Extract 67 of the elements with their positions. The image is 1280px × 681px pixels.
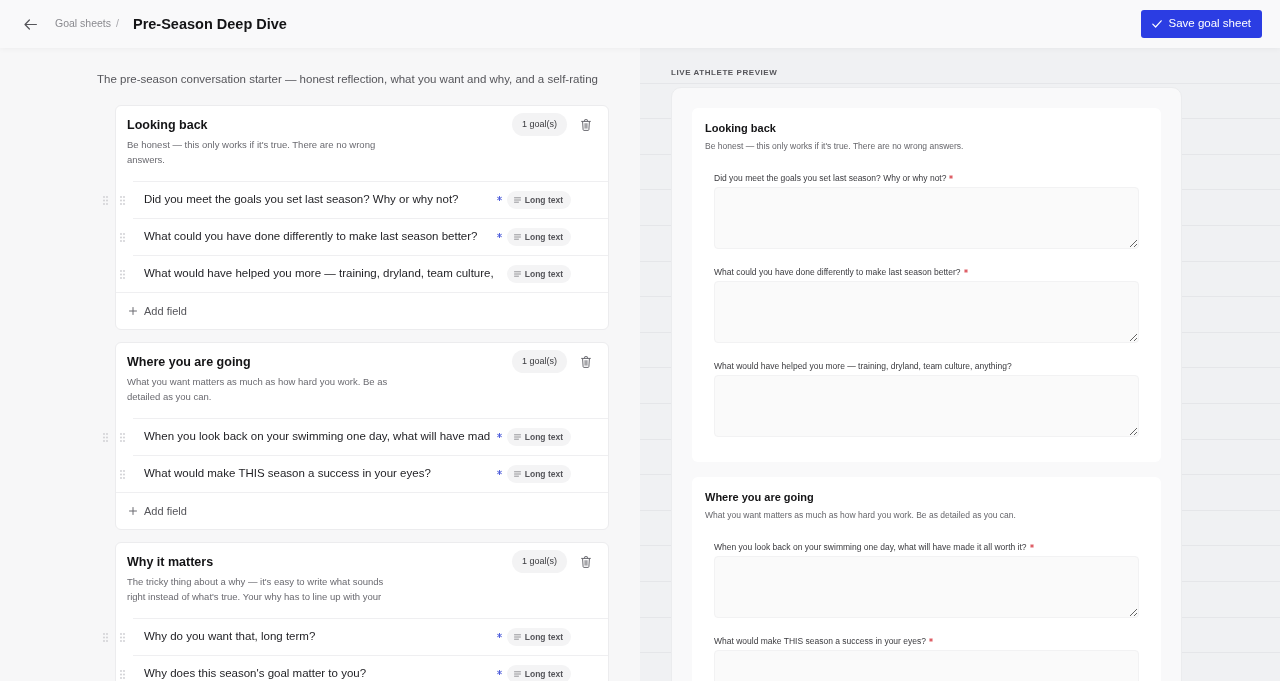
field-type-button[interactable]: Long text: [506, 191, 571, 209]
answer-field[interactable]: [714, 281, 1139, 343]
save-button[interactable]: Save goal sheet: [1140, 10, 1262, 38]
answer-field[interactable]: [714, 187, 1139, 249]
field-type-button[interactable]: Long text: [506, 665, 571, 681]
question-text: Why does this season's goal matter to you?: [144, 666, 368, 681]
field-type-button[interactable]: Long text: [506, 465, 571, 483]
section-description: What you want matters as much as how hard you work. Be as detailed as you can.: [705, 509, 1017, 521]
text-lines-icon: [513, 634, 521, 640]
field-type-button[interactable]: Long text: [506, 428, 571, 446]
text-lines-icon: [513, 271, 521, 277]
intro-text: The pre-season conversation starter — honest reflection, what you want and why, and a self-rating: [97, 72, 599, 87]
trash-icon[interactable]: [581, 555, 591, 568]
drag-handle-icon[interactable]: [103, 195, 108, 205]
field-label: When you look back on your swimming one day, what will have made it all worth it?: [714, 541, 1027, 553]
question-text: Did you meet the goals you set last season? Why or why not?: [144, 192, 460, 208]
section-title: Where you are going: [127, 353, 251, 370]
field-label: What could you have done differently to make last season better?: [714, 266, 961, 278]
section-title: Looking back: [127, 116, 208, 133]
add-field-button[interactable]: Add field: [129, 502, 187, 520]
field-label: Did you meet the goals you set last season? Why or why not?: [714, 172, 947, 184]
page-title: Pre-Season Deep Dive: [132, 15, 287, 34]
field-label: What would have helped you more — training, dryland, team culture, anything?: [714, 360, 1012, 372]
plus-icon: [129, 307, 137, 315]
drag-handle-icon[interactable]: [120, 669, 125, 679]
field-type-button[interactable]: Long text: [506, 228, 571, 246]
question-text: When you look back on your swimming one day, what will have mad: [144, 429, 492, 445]
question-text: What would make THIS season a success in your eyes?: [144, 466, 432, 482]
drag-handle-icon[interactable]: [120, 269, 125, 279]
drag-handle-icon[interactable]: [120, 632, 125, 642]
goal-count-badge: 1 goal(s): [512, 350, 567, 373]
plus-icon: [129, 507, 137, 515]
question-text: What would have helped you more — training, dryland, team culture,: [144, 266, 495, 282]
section-description: The tricky thing about a why — it's easy to write what sounds right instead of what's true. Your why has to line up with your: [127, 575, 385, 604]
text-lines-icon: [513, 434, 521, 440]
drag-handle-icon[interactable]: [120, 195, 125, 205]
text-lines-icon: [513, 197, 521, 203]
add-field-button[interactable]: Add field: [129, 302, 187, 320]
check-icon: [1151, 20, 1162, 28]
drag-handle-icon[interactable]: [120, 232, 125, 242]
goal-count-badge: 1 goal(s): [512, 550, 567, 573]
trash-icon[interactable]: [581, 118, 591, 131]
back-arrow-icon[interactable]: [24, 18, 37, 30]
goal-count-badge: 1 goal(s): [512, 113, 567, 136]
preview-heading: LIVE ATHLETE PREVIEW: [671, 68, 779, 78]
text-lines-icon: [513, 234, 521, 240]
text-lines-icon: [513, 471, 521, 477]
drag-handle-icon[interactable]: [103, 632, 108, 642]
question-text: What could you have done differently to make last season better?: [144, 229, 479, 245]
text-lines-icon: [513, 671, 521, 677]
breadcrumb-separator: /: [116, 16, 119, 32]
field-type-button[interactable]: Long text: [506, 265, 571, 283]
section-title: Where you are going: [705, 490, 815, 504]
section-description: Be honest — this only works if it's true. There are no wrong answers.: [705, 140, 965, 152]
drag-handle-icon[interactable]: [120, 469, 125, 479]
section-description: Be honest — this only works if it's true. There are no wrong answers.: [127, 138, 377, 167]
question-text: Why do you want that, long term?: [144, 629, 317, 645]
trash-icon[interactable]: [581, 355, 591, 368]
answer-field[interactable]: [714, 375, 1139, 437]
section-title: Looking back: [705, 121, 777, 135]
answer-field[interactable]: [714, 556, 1139, 618]
field-type-button[interactable]: Long text: [506, 628, 571, 646]
drag-handle-icon[interactable]: [103, 432, 108, 442]
drag-handle-icon[interactable]: [120, 432, 125, 442]
section-description: What you want matters as much as how hard you work. Be as detailed as you can.: [127, 375, 389, 404]
section-title: Why it matters: [127, 553, 214, 570]
field-label: What would make THIS season a success in your eyes?: [714, 635, 926, 647]
